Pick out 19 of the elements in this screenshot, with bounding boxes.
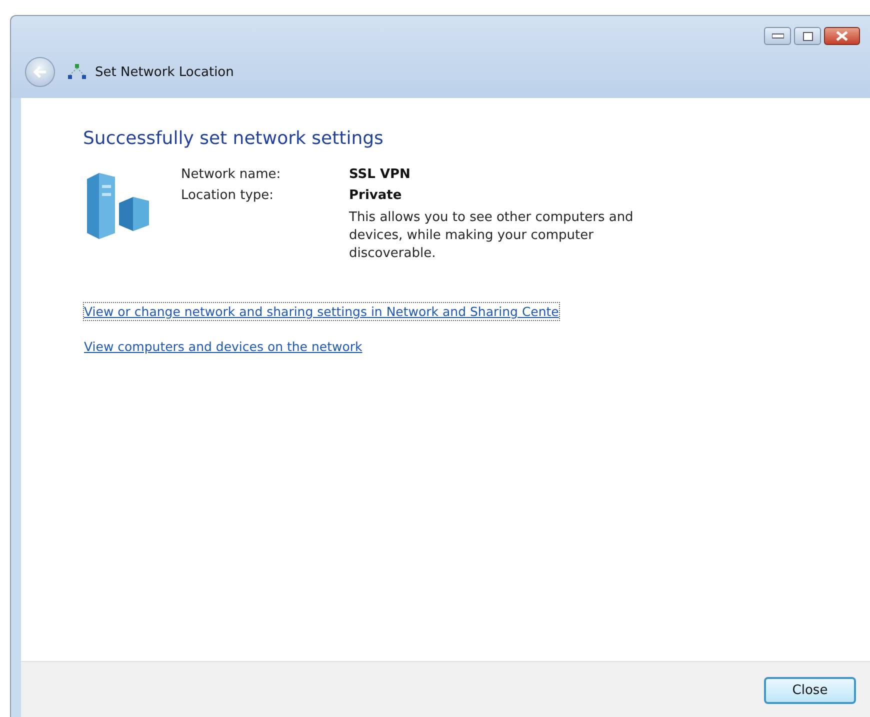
network-icon [67, 64, 87, 80]
minimize-button[interactable] [764, 27, 791, 45]
field-value: Private [349, 188, 403, 203]
maximize-icon [802, 32, 812, 40]
close-button[interactable] [824, 27, 860, 45]
description-text: This allows you to see other computers and devices, while making your computer discoverable. [349, 209, 634, 264]
maximize-button[interactable] [794, 27, 821, 45]
heading: Successfully set network settings [83, 128, 384, 149]
close-button[interactable]: Close [764, 676, 856, 704]
field-value: SSL VPN [349, 167, 412, 182]
link[interactable]: View or change network and sharing settings in Network and Sharing Cente [83, 302, 560, 321]
link[interactable]: View computers and devices on the network [83, 336, 364, 356]
field-label: Network name: [181, 167, 282, 182]
back-button[interactable] [25, 57, 55, 87]
close-icon [836, 31, 848, 41]
window-title: Set Network Location [95, 64, 234, 80]
back-arrow-icon [33, 66, 47, 78]
field-label: Location type: [181, 188, 275, 203]
minimize-icon [772, 33, 784, 39]
